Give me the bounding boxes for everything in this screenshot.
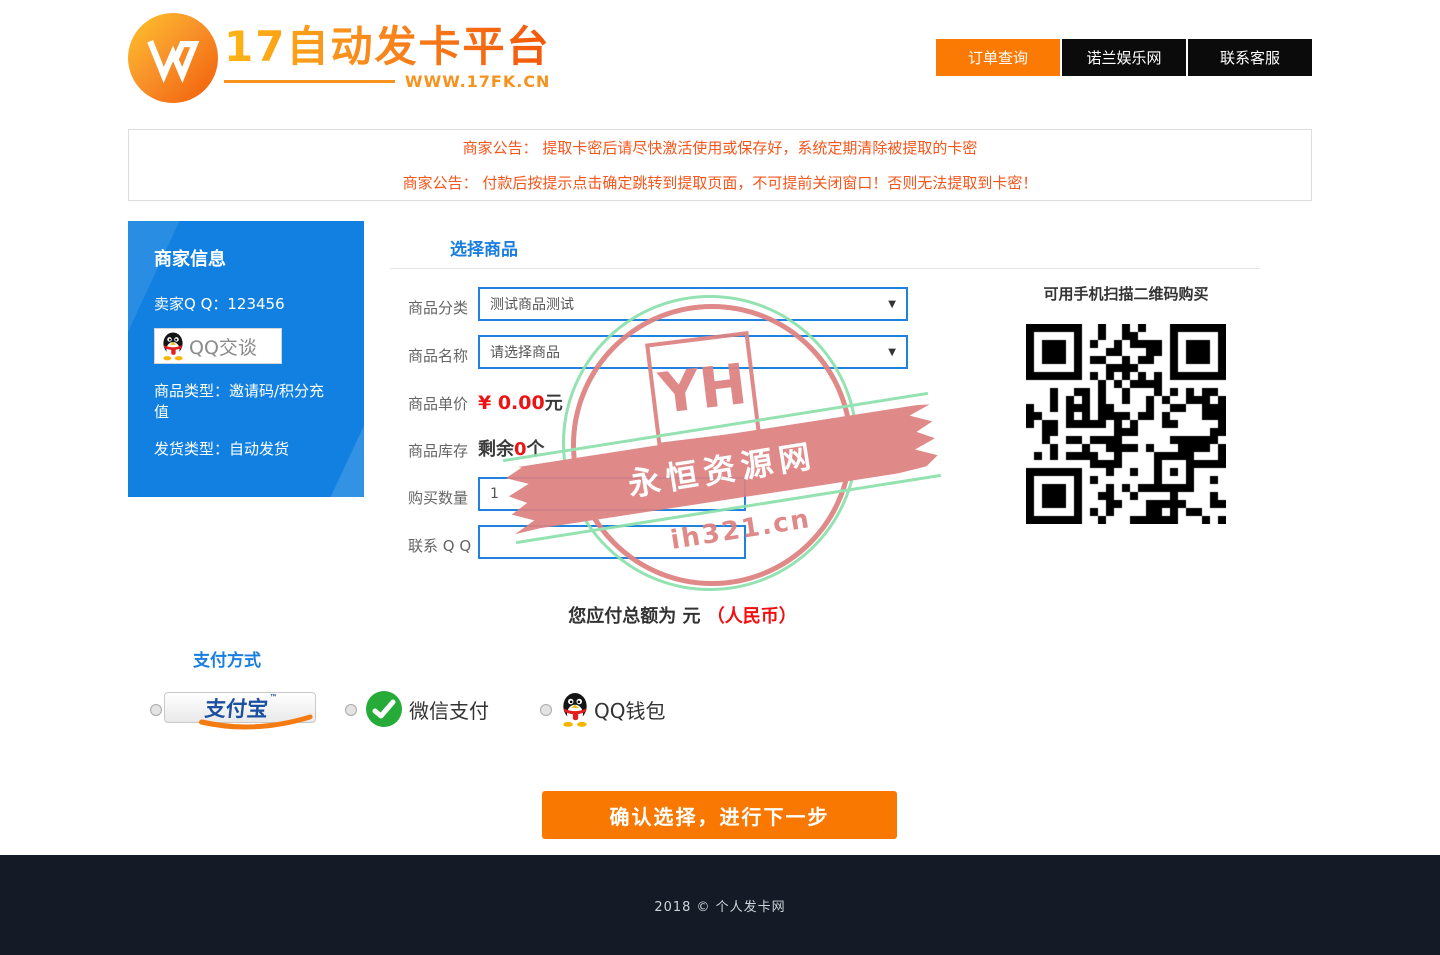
alipay-logo: 支付宝™ — [203, 693, 277, 723]
copyright-text: 2018 © 个人发卡网 — [654, 896, 785, 915]
site-url: WWW.17FK.CN — [405, 72, 551, 91]
qq-penguin-icon — [159, 331, 187, 361]
chevron-down-icon: ▼ — [888, 299, 896, 310]
merchant-notice: 商家公告： 提取卡密后请尽快激活使用或保存好，系统定期清除被提取的卡密 商家公告… — [128, 129, 1312, 201]
seller-info-title: 商家信息 — [154, 245, 338, 271]
notice-line-1: 商家公告： 提取卡密后请尽快激活使用或保存好，系统定期清除被提取的卡密 — [129, 137, 1311, 158]
total-amount-line: 您应付总额为 元 （人民币） — [390, 602, 975, 628]
category-label: 商品分类 — [408, 297, 478, 318]
total-currency-note: （人民币） — [707, 606, 797, 627]
alipay-radio[interactable] — [150, 704, 162, 716]
product-name-label: 商品名称 — [408, 345, 478, 366]
product-name-select[interactable]: 请选择商品 ▼ — [478, 335, 908, 369]
stock-suffix: 个 — [527, 439, 545, 460]
stock-prefix: 剩余 — [478, 439, 514, 460]
qr-code — [1026, 324, 1226, 524]
header: 17自动发卡平台 WWW.17FK.CN 订单查询 诺兰娱乐网 联系客服 — [128, 0, 1312, 115]
unit-price-value: ¥ 0.00 — [478, 392, 545, 414]
qq-chat-button[interactable]: QQ交谈 — [154, 328, 282, 364]
seller-info-panel: 商家信息 卖家Q Q：123456 QQ交谈 商品类型：邀请码/积分充值 发货类… — [128, 221, 364, 497]
product-name-select-value: 请选择商品 — [490, 342, 560, 362]
payment-methods: 支付宝™ 微信支付 — [128, 687, 1028, 735]
product-type: 商品类型：邀请码/积分充值 — [154, 380, 338, 422]
qq-wallet-radio[interactable] — [540, 704, 552, 716]
nav-contact-support-button[interactable]: 联系客服 — [1188, 39, 1312, 76]
quantity-label: 购买数量 — [408, 487, 478, 508]
category-select-value: 测试商品测试 — [490, 294, 574, 314]
chevron-down-icon: ▼ — [888, 347, 896, 358]
wechat-pay-radio[interactable] — [345, 704, 357, 716]
wechat-pay-label[interactable]: 微信支付 — [409, 695, 489, 727]
site-logo[interactable]: 17自动发卡平台 WWW.17FK.CN — [128, 13, 550, 103]
delivery-type: 发货类型：自动发货 — [154, 438, 338, 459]
nav-nolan-site-button[interactable]: 诺兰娱乐网 — [1062, 39, 1186, 76]
unit-price-label: 商品单价 — [408, 393, 478, 414]
stock-value: 0 — [514, 439, 527, 460]
logo-mark-icon — [128, 13, 218, 103]
quantity-input[interactable] — [478, 477, 746, 511]
seller-qq: 卖家Q Q：123456 — [154, 293, 338, 314]
qq-wallet-icon — [558, 691, 592, 728]
total-amount-text: 您应付总额为 元 — [568, 606, 700, 627]
qr-caption: 可用手机扫描二维码购买 — [1026, 283, 1226, 304]
unit-price-unit: 元 — [545, 393, 563, 414]
footer: 2018 © 个人发卡网 — [0, 855, 1440, 955]
wechat-pay-icon — [363, 689, 405, 731]
nav-order-query-button[interactable]: 订单查询 — [936, 39, 1060, 76]
logo-underline — [224, 80, 395, 83]
section-title-select-product: 选择商品 — [450, 235, 518, 260]
qr-block: 可用手机扫描二维码购买 — [1026, 283, 1226, 528]
qq-chat-label: QQ交谈 — [189, 333, 257, 360]
site-title: 17自动发卡平台 — [224, 24, 550, 70]
section-divider — [390, 268, 1260, 269]
category-select[interactable]: 测试商品测试 ▼ — [478, 287, 908, 321]
qq-wallet-label[interactable]: QQ钱包 — [594, 695, 665, 727]
stock-label: 商品库存 — [408, 440, 478, 461]
notice-line-2: 商家公告： 付款后按提示点击确定跳转到提取页面，不可提前关闭窗口！否则无法提取到… — [129, 172, 1311, 193]
product-select-section: 选择商品 商品分类 测试商品测试 ▼ 商品名称 请选择商品 ▼ 商品单价 ¥ 0… — [390, 221, 1312, 641]
contact-qq-label: 联系 Q Q — [408, 535, 478, 556]
confirm-next-step-button[interactable]: 确认选择，进行下一步 — [542, 791, 897, 839]
section-title-payment: 支付方式 — [193, 646, 261, 671]
alipay-option[interactable]: 支付宝™ — [164, 692, 316, 723]
top-nav: 订单查询 诺兰娱乐网 联系客服 — [936, 39, 1312, 76]
contact-qq-input[interactable] — [478, 525, 746, 559]
